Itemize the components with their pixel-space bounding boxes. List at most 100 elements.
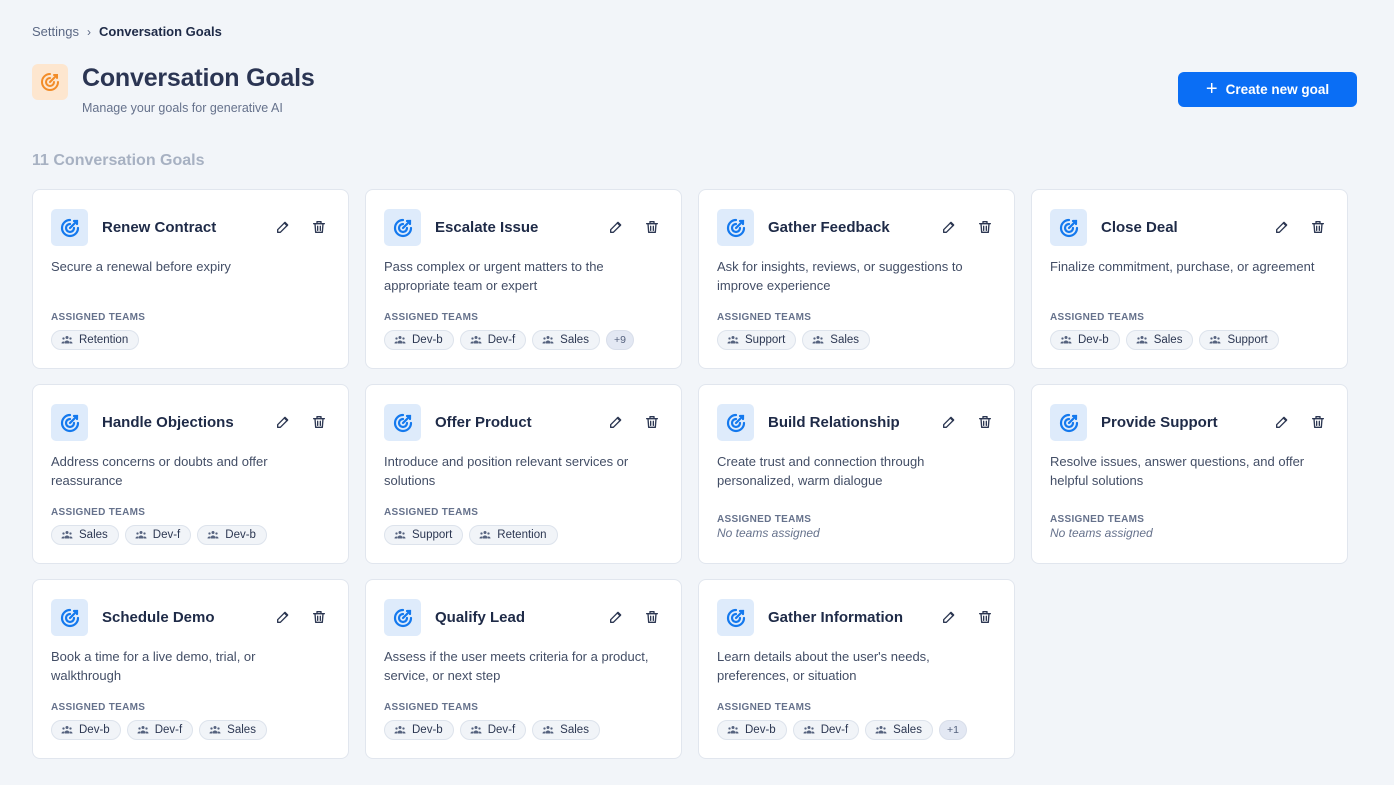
goal-card-gather-information: Gather Information Learn details about t… [698, 579, 1015, 759]
team-chip: Support [384, 525, 464, 545]
target-arrow-icon [32, 64, 68, 100]
team-chip-label: Dev-b [225, 529, 256, 541]
delete-trash-icon[interactable] [643, 413, 661, 431]
page-subtitle: Manage your goals for generative AI [82, 101, 283, 115]
goal-card-renew-contract: Renew Contract Secure a renewal before e… [32, 189, 349, 369]
create-new-goal-label: Create new goal [1225, 82, 1330, 97]
edit-pencil-icon[interactable] [940, 608, 958, 626]
assigned-teams-label: ASSIGNED TEAMS [384, 507, 479, 518]
assigned-teams: Retention [51, 330, 140, 350]
team-chip-label: Dev-f [487, 334, 516, 346]
delete-trash-icon[interactable] [310, 218, 328, 236]
edit-pencil-icon[interactable] [607, 608, 625, 626]
more-teams-badge[interactable]: +9 [605, 330, 634, 350]
goal-target-icon [51, 599, 88, 636]
edit-pencil-icon[interactable] [274, 608, 292, 626]
team-chip: Dev-f [126, 720, 194, 740]
goal-description: Introduce and position relevant services… [384, 454, 629, 488]
goal-title: Gather Information [768, 609, 904, 626]
team-chip-label: Sales [560, 334, 589, 346]
delete-trash-icon[interactable] [976, 218, 994, 236]
team-chip-label: Dev-b [412, 724, 443, 736]
team-users-icon [61, 530, 73, 540]
chevron-right-icon: › [86, 24, 91, 39]
team-chip: Dev-b [384, 330, 454, 350]
team-users-icon [470, 335, 482, 345]
edit-pencil-icon[interactable] [607, 218, 625, 236]
team-users-icon [803, 725, 815, 735]
delete-trash-icon[interactable] [310, 413, 328, 431]
create-new-goal-button[interactable]: + Create new goal [1178, 72, 1357, 107]
team-chip-label: Sales [1153, 334, 1183, 346]
goal-title: Close Deal [1101, 219, 1178, 236]
team-users-icon [61, 725, 73, 735]
team-users-icon [207, 530, 219, 540]
goal-actions [274, 218, 328, 236]
goal-card-qualify-lead: Qualify Lead Assess if the user meets cr… [365, 579, 682, 759]
goal-actions [274, 413, 328, 431]
goal-description: Create trust and connection through pers… [717, 454, 925, 488]
breadcrumb-settings-link[interactable]: Settings [32, 24, 79, 39]
team-chip-label: Dev-f [154, 724, 183, 736]
assigned-teams-label: ASSIGNED TEAMS [717, 312, 812, 323]
goal-card-gather-feedback: Gather Feedback Ask for insights, review… [698, 189, 1015, 369]
goal-title: Build Relationship [768, 414, 900, 431]
delete-trash-icon[interactable] [643, 218, 661, 236]
edit-pencil-icon[interactable] [940, 218, 958, 236]
goal-card-build-relationship: Build Relationship Create trust and conn… [698, 384, 1015, 564]
goal-grid: Renew Contract Secure a renewal before e… [32, 189, 1348, 759]
team-chip: Dev-b [1050, 330, 1120, 350]
team-chip: Dev-f [459, 720, 527, 740]
goal-target-icon [1050, 209, 1087, 246]
delete-trash-icon[interactable] [1309, 218, 1327, 236]
edit-pencil-icon[interactable] [274, 413, 292, 431]
goal-actions [1273, 218, 1327, 236]
edit-pencil-icon[interactable] [1273, 218, 1291, 236]
goal-description: Address concerns or doubts and offer rea… [51, 454, 268, 488]
goal-description: Pass complex or urgent matters to the ap… [384, 259, 604, 293]
delete-trash-icon[interactable] [310, 608, 328, 626]
breadcrumb-current: Conversation Goals [98, 24, 222, 39]
team-users-icon [470, 725, 482, 735]
goal-actions [940, 608, 994, 626]
edit-pencil-icon[interactable] [940, 413, 958, 431]
goal-description: Learn details about the user's needs, pr… [717, 649, 930, 683]
delete-trash-icon[interactable] [976, 413, 994, 431]
team-chip-label: Dev-b [412, 334, 443, 346]
team-chip: Sales [51, 525, 119, 545]
goal-target-icon [51, 404, 88, 441]
edit-pencil-icon[interactable] [274, 218, 292, 236]
team-users-icon [61, 335, 73, 345]
team-chip: Sales [1125, 330, 1194, 350]
no-teams-text: No teams assigned [1050, 526, 1153, 540]
team-users-icon [209, 725, 221, 735]
assigned-teams: No teams assigned [1050, 526, 1153, 540]
team-chip: Dev-b [197, 525, 267, 545]
delete-trash-icon[interactable] [976, 608, 994, 626]
breadcrumb: Settings › Conversation Goals [32, 24, 222, 39]
assigned-teams-label: ASSIGNED TEAMS [384, 702, 479, 713]
team-chip-label: Support [1227, 334, 1268, 346]
team-chip: Dev-f [124, 525, 192, 545]
team-chip: Sales [532, 330, 600, 350]
goal-target-icon [717, 599, 754, 636]
more-teams-badge[interactable]: +1 [938, 720, 967, 740]
goal-actions [940, 413, 994, 431]
team-users-icon [542, 335, 554, 345]
delete-trash-icon[interactable] [643, 608, 661, 626]
delete-trash-icon[interactable] [1309, 413, 1327, 431]
goal-target-icon [384, 599, 421, 636]
goal-target-icon [51, 209, 88, 246]
team-chip-label: Support [745, 334, 786, 346]
team-users-icon [542, 725, 554, 735]
team-chip-label: Sales [79, 529, 108, 541]
edit-pencil-icon[interactable] [1273, 413, 1291, 431]
team-chip: Retention [51, 330, 140, 350]
team-chip: Dev-f [792, 720, 860, 740]
team-users-icon [137, 725, 149, 735]
assigned-teams-label: ASSIGNED TEAMS [1050, 514, 1145, 525]
team-users-icon [135, 530, 147, 540]
team-chip-label: Sales [893, 724, 922, 736]
edit-pencil-icon[interactable] [607, 413, 625, 431]
goal-card-close-deal: Close Deal Finalize commitment, purchase… [1031, 189, 1348, 369]
